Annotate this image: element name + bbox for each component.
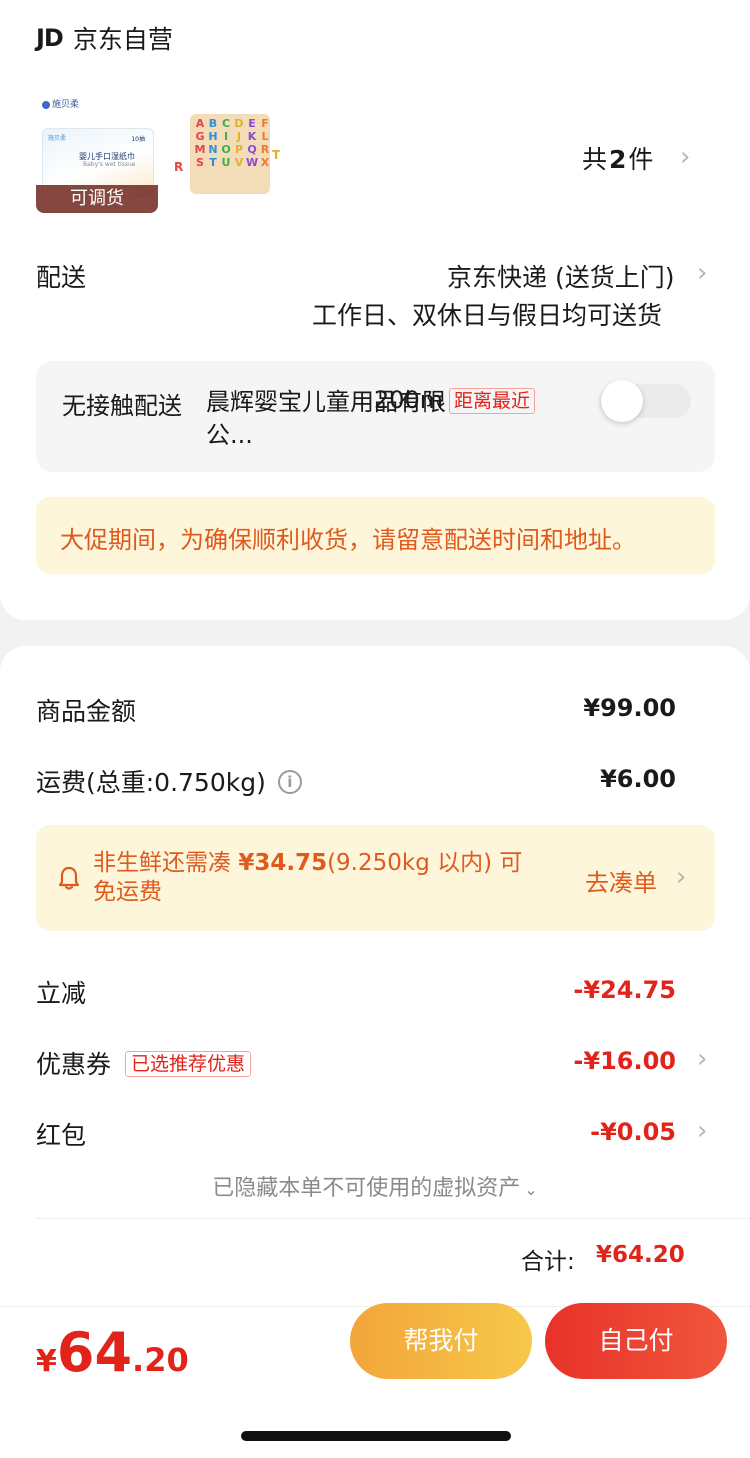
chevron-right-icon[interactable]: › bbox=[680, 142, 690, 172]
goods-amount-value: ¥99.00 bbox=[583, 694, 676, 722]
help-me-pay-button[interactable]: 帮我付 bbox=[350, 1303, 532, 1379]
no-contact-toggle[interactable] bbox=[599, 380, 691, 422]
free-shipping-tip: 非生鲜还需凑 ¥34.75(9.250kg 以内) 可免运费 去凑单 › bbox=[36, 825, 715, 931]
payable-amount: ¥64.20 bbox=[36, 1321, 189, 1384]
chevron-down-icon: ⌄ bbox=[524, 1180, 538, 1199]
goods-amount-label: 商品金额 bbox=[36, 697, 137, 726]
total-value: ¥64.20 bbox=[596, 1242, 685, 1268]
shop-name: 京东自营 bbox=[72, 25, 173, 54]
pay-myself-button[interactable]: 自己付 bbox=[545, 1303, 727, 1379]
product-thumbnail-alphabet-puzzle[interactable]: ABCDEFGHIJKLMNOPQRSTUVWX R T bbox=[172, 110, 284, 198]
brand-logo-icon bbox=[42, 100, 50, 109]
pack-subtitle: Baby's wet tissue bbox=[83, 161, 136, 168]
hidden-assets-text: 已隐藏本单不可使用的虚拟资产 bbox=[212, 1176, 521, 1201]
coupon-value[interactable]: -¥16.00 bbox=[573, 1047, 676, 1075]
puzzle-letter: D bbox=[234, 117, 244, 130]
puzzle-letter: F bbox=[261, 117, 269, 130]
promo-notice-text: 大促期间，为确保顺利收货，请留意配送时间和地址。 bbox=[60, 526, 636, 554]
puzzle-letter: C bbox=[221, 117, 231, 130]
jd-logo: JD bbox=[36, 24, 64, 52]
puzzle-letters: ABCDEF GHIJKL MNOPQR STUVWX bbox=[194, 118, 271, 169]
product-thumbnail-wipes[interactable]: 施贝柔 施贝柔 10抽 婴儿手口湿纸巾 Baby's wet tissue 可调… bbox=[36, 95, 158, 213]
total-label: 合计: bbox=[521, 1249, 575, 1275]
item-count-prefix: 共 bbox=[582, 145, 608, 174]
item-count[interactable]: 共2件 bbox=[582, 140, 653, 176]
loose-letter: T bbox=[272, 148, 281, 162]
puzzle-letter: X bbox=[260, 156, 270, 169]
coupon-label: 优惠券 bbox=[36, 1050, 112, 1079]
price-decimal: .20 bbox=[132, 1341, 189, 1379]
nearest-tag: 距离最近 bbox=[449, 388, 536, 414]
no-contact-delivery-panel: 无接触配送 晨辉婴宝儿童用品有限公... 200m 距离最近 bbox=[36, 361, 715, 472]
chevron-right-icon[interactable]: › bbox=[697, 1044, 707, 1074]
hidden-assets-note[interactable]: 已隐藏本单不可使用的虚拟资产 ⌄ bbox=[0, 1170, 750, 1202]
puzzle-letter: J bbox=[236, 130, 242, 143]
freight-label-row: 运费(总重:0.750kg) i bbox=[36, 763, 302, 799]
puzzle-letter: N bbox=[208, 143, 218, 156]
item-count-number: 2 bbox=[609, 145, 627, 174]
puzzle-letter: A bbox=[195, 117, 205, 130]
no-contact-label: 无接触配送 bbox=[62, 392, 182, 420]
puzzle-letter: L bbox=[261, 130, 269, 143]
puzzle-letter: S bbox=[196, 156, 204, 169]
delivery-method[interactable]: 京东快递 (送货上门) bbox=[447, 258, 674, 294]
puzzle-letter: R bbox=[260, 143, 270, 156]
store-distance: 200m bbox=[374, 386, 444, 414]
item-count-suffix: 件 bbox=[628, 145, 654, 174]
puzzle-letter: B bbox=[208, 117, 218, 130]
puzzle-letter: V bbox=[234, 156, 244, 169]
delivery-note: 工作日、双休日与假日均可送货 bbox=[312, 301, 663, 330]
home-indicator[interactable] bbox=[241, 1431, 511, 1441]
puzzle-letter: T bbox=[209, 156, 217, 169]
delivery-label: 配送 bbox=[36, 263, 87, 292]
coupon-row[interactable]: 优惠券 已选推荐优惠 bbox=[36, 1045, 252, 1081]
freight-label: 运费(总重:0.750kg) bbox=[36, 768, 266, 797]
tip-prefix: 非生鲜还需凑 bbox=[93, 850, 239, 876]
bell-icon bbox=[58, 866, 80, 890]
puzzle-letter: W bbox=[246, 156, 259, 169]
red-packet-label[interactable]: 红包 bbox=[36, 1116, 86, 1152]
puzzle-letter: I bbox=[223, 130, 229, 143]
puzzle-letter: E bbox=[248, 117, 256, 130]
puzzle-letter: M bbox=[194, 143, 206, 156]
pack-count: 10抽 bbox=[131, 136, 145, 143]
loose-letter: R bbox=[174, 160, 184, 174]
shop-header: JD 京东自营 bbox=[36, 20, 173, 56]
order-products-card: JD 京东自营 施贝柔 施贝柔 10抽 婴儿手口湿纸巾 Baby's wet t… bbox=[0, 0, 750, 620]
product-brand: 施贝柔 bbox=[42, 97, 79, 110]
puzzle-letter: O bbox=[221, 143, 231, 156]
price-currency: ¥ bbox=[36, 1344, 57, 1379]
stock-transfer-badge: 可调货 bbox=[36, 185, 158, 213]
toggle-knob bbox=[601, 380, 643, 422]
product-brand-text: 施贝柔 bbox=[52, 100, 80, 110]
add-on-items-link[interactable]: 去凑单 bbox=[585, 863, 657, 898]
chevron-right-icon[interactable]: › bbox=[676, 862, 686, 892]
tip-amount: ¥34.75 bbox=[238, 850, 328, 876]
puzzle-letter: U bbox=[221, 156, 231, 169]
instant-discount-label: 立减 bbox=[36, 979, 87, 1008]
puzzle-letter: Q bbox=[247, 143, 257, 156]
pack-brand: 施贝柔 bbox=[48, 135, 67, 142]
red-packet-value[interactable]: -¥0.05 bbox=[590, 1118, 676, 1146]
info-icon[interactable]: i bbox=[277, 770, 302, 794]
free-shipping-tip-text: 非生鲜还需凑 ¥34.75(9.250kg 以内) 可免运费 bbox=[93, 849, 533, 907]
puzzle-letter: K bbox=[247, 130, 257, 143]
checkout-bar: ¥64.20 帮我付 自己付 bbox=[0, 1303, 750, 1458]
divider bbox=[36, 1218, 750, 1219]
coupon-selected-tag: 已选推荐优惠 bbox=[125, 1051, 252, 1077]
freight-value: ¥6.00 bbox=[600, 765, 676, 793]
puzzle-letter: P bbox=[234, 143, 244, 156]
chevron-right-icon[interactable]: › bbox=[697, 258, 707, 288]
chevron-right-icon[interactable]: › bbox=[697, 1116, 707, 1146]
instant-discount-value: -¥24.75 bbox=[573, 976, 676, 1004]
puzzle-letter: H bbox=[208, 130, 218, 143]
puzzle-letter: G bbox=[195, 130, 205, 143]
promo-notice: 大促期间，为确保顺利收货，请留意配送时间和地址。 bbox=[36, 497, 715, 574]
price-integer: 64 bbox=[56, 1321, 133, 1384]
